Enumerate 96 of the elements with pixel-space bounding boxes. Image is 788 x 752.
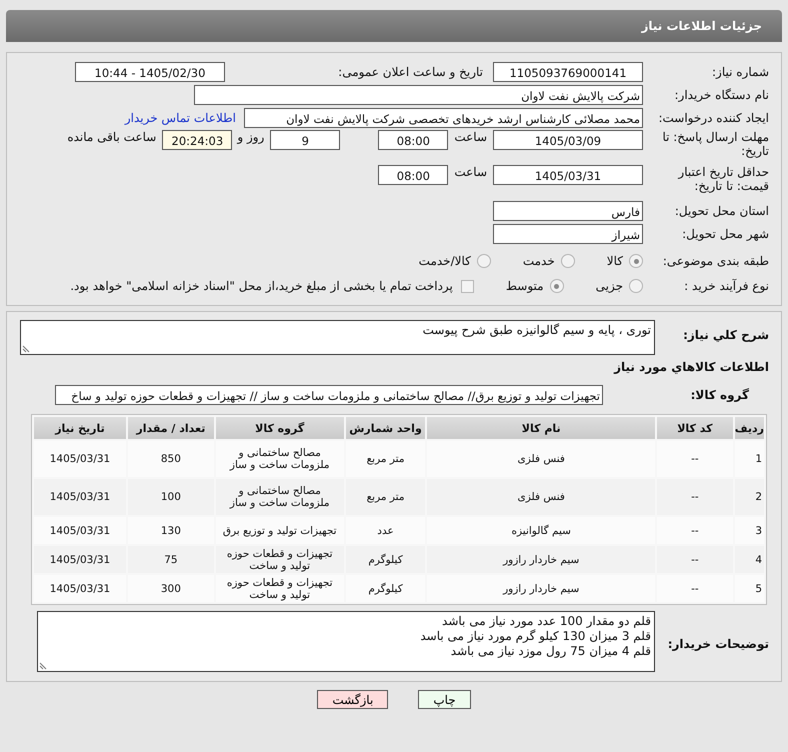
table-cell: متر مربع xyxy=(346,441,426,477)
table-cell: 75 xyxy=(128,546,214,573)
field-label: طبقه بندی موضوعی: xyxy=(662,254,770,268)
table-cell: 100 xyxy=(128,479,214,515)
table-cell: -- xyxy=(656,517,733,544)
column-header: گروه کالا xyxy=(216,417,344,439)
radio-button[interactable] xyxy=(629,254,643,268)
province-field: فارس xyxy=(493,201,643,221)
radio-button[interactable] xyxy=(550,279,564,293)
table-cell: 2 xyxy=(734,479,764,515)
resize-grip-icon[interactable] xyxy=(22,345,30,353)
table-cell: تجهیزات تولید و توزیع برق xyxy=(216,517,344,544)
radio-option[interactable]: کالا/خدمت xyxy=(418,254,491,268)
table-cell: -- xyxy=(656,479,733,515)
note-line: قلم 3 میزان 130 کیلو گرم مورد نیاز می باسد xyxy=(420,629,651,644)
field-label: شهر محل تحویل: xyxy=(681,226,770,242)
days-field: 9 xyxy=(270,130,340,150)
radio-option[interactable]: متوسط xyxy=(506,279,564,293)
field-label: نام دستگاه خریدار: xyxy=(674,88,770,102)
table-cell: تجهیزات و قطعات حوزه تولید و ساخت xyxy=(216,546,344,573)
table-cell: تجهیزات و قطعات حوزه تولید و ساخت xyxy=(216,575,344,602)
table-cell: متر مربع xyxy=(346,479,426,515)
table-cell: مصالح ساختمانی و ملزومات ساخت و ساز xyxy=(216,479,344,515)
validity-date-field: 1405/03/31 xyxy=(493,165,643,185)
field-label: مهلت ارسال پاسخ: تا تاریخ: xyxy=(661,130,770,159)
buyer-notes-field[interactable]: قلم دو مقدار 100 عدد مورد نیاز می باشد قلم 3 میزان 130 کیلو گرم مورد نیاز می باسد قلم 4 میزان 75 رول موزد نیاز می باشد xyxy=(37,611,655,672)
page-title: جزئیات اطلاعات نیاز xyxy=(641,19,762,33)
table-cell: عدد xyxy=(346,517,426,544)
table-cell: 300 xyxy=(128,575,214,602)
radio-option[interactable]: خدمت xyxy=(522,254,575,268)
column-header: تاریخ نیاز xyxy=(34,417,126,439)
note-line: قلم 4 میزان 75 رول موزد نیاز می باشد xyxy=(450,644,651,659)
table-cell: 4 xyxy=(734,546,764,573)
table-cell: فنس فلزی xyxy=(427,479,655,515)
column-header: تعداد / مقدار xyxy=(128,417,214,439)
field-label: توضیحات خریدار: xyxy=(666,636,770,652)
field-label: استان محل تحویل: xyxy=(674,204,770,218)
table-cell: کیلوگرم xyxy=(346,575,426,602)
field-label: حداقل تاریخ اعتبار قیمت: تا تاریخ: xyxy=(676,165,770,194)
table-cell: کیلوگرم xyxy=(346,546,426,573)
table-cell: 1405/03/31 xyxy=(34,517,126,544)
time-label: ساعت xyxy=(454,165,487,179)
radio-option[interactable]: کالا xyxy=(606,254,643,268)
field-label: گروه کالا: xyxy=(690,388,750,402)
table-cell: 130 xyxy=(128,517,214,544)
deadline-time-field: 08:00 xyxy=(378,130,448,150)
note-line: قلم دو مقدار 100 عدد مورد نیاز می باشد xyxy=(442,614,651,629)
payment-note: پرداخت تمام یا بخشی از مبلغ خرید،از محل "اسناد خزانه اسلامی" خواهد بود. xyxy=(70,279,453,293)
days-label: روز و xyxy=(237,130,264,144)
time-label: ساعت xyxy=(454,130,487,144)
field-label: شرح کلي نياز: xyxy=(682,327,770,342)
column-header: ردیف xyxy=(734,417,764,439)
column-header: نام کالا xyxy=(427,417,655,439)
table-cell: 1405/03/31 xyxy=(34,441,126,477)
description-field[interactable]: توری ، پایه و سیم گالوانیزه طبق شرح پیوست xyxy=(20,320,655,355)
table-cell: سیم خاردار رازور xyxy=(427,575,655,602)
table-cell: مصالح ساختمانی و ملزومات ساخت و ساز xyxy=(216,441,344,477)
table-cell: -- xyxy=(656,546,733,573)
table-cell: سیم خاردار رازور xyxy=(427,546,655,573)
table-cell: 1405/03/31 xyxy=(34,479,126,515)
radio-button[interactable] xyxy=(476,254,491,268)
validity-time-field: 08:00 xyxy=(378,165,448,185)
city-field: شیراز xyxy=(493,224,643,244)
remaining-time-field: 20:24:03 xyxy=(162,130,232,150)
field-label: شماره نیاز: xyxy=(711,64,770,80)
checkbox[interactable] xyxy=(460,280,474,292)
section-title: اطلاعات کالاهاي مورد نياز xyxy=(612,360,770,374)
table-cell: -- xyxy=(656,575,733,602)
table-cell: 1 xyxy=(734,441,764,477)
remaining-label: ساعت باقی مانده xyxy=(67,130,156,144)
field-label: تاریخ و ساعت اعلان عمومی: xyxy=(337,65,484,79)
table-cell: -- xyxy=(656,441,733,477)
table-cell: 850 xyxy=(128,441,214,477)
radio-button[interactable] xyxy=(629,279,643,293)
resize-grip-icon[interactable] xyxy=(39,662,47,670)
radio-button[interactable] xyxy=(560,254,575,268)
table-cell: فنس فلزی xyxy=(427,441,655,477)
table-cell: 1405/03/31 xyxy=(34,575,126,602)
table-cell: 5 xyxy=(734,575,764,602)
column-header: واحد شمارش xyxy=(346,417,426,439)
table-cell: 3 xyxy=(734,517,764,544)
announce-date-field: 1405/02/30 - 10:44 xyxy=(75,62,225,82)
back-button[interactable]: بازگشت xyxy=(317,690,388,709)
field-label: ایجاد کننده درخواست: xyxy=(657,110,770,126)
field-label: نوع فرآیند خرید : xyxy=(683,278,770,294)
table-cell: سیم گالوانیزه xyxy=(427,517,655,544)
requester-field: محمد مصلائی کارشناس ارشد خریدهای تخصصی شرکت پالایش نفت لاوان xyxy=(244,108,643,128)
buyer-org-field: شرکت پالایش نفت لاوان xyxy=(194,85,643,105)
print-button[interactable]: چاپ xyxy=(418,690,471,709)
radio-option[interactable]: جزیی xyxy=(596,279,643,293)
buyer-contact-link[interactable]: اطلاعات تماس خریدار xyxy=(124,111,236,125)
table-cell: 1405/03/31 xyxy=(34,546,126,573)
deadline-date-field: 1405/03/09 xyxy=(493,130,643,150)
need-number-field: 1105093769000141 xyxy=(493,62,643,82)
column-header: کد کالا xyxy=(656,417,733,439)
goods-group-field: تجهیزات تولید و توزیع برق// مصالح ساختمانی و ملزومات ساخت و ساز // تجهیزات و قطعات حوزه تولید و ساخ xyxy=(55,385,603,405)
